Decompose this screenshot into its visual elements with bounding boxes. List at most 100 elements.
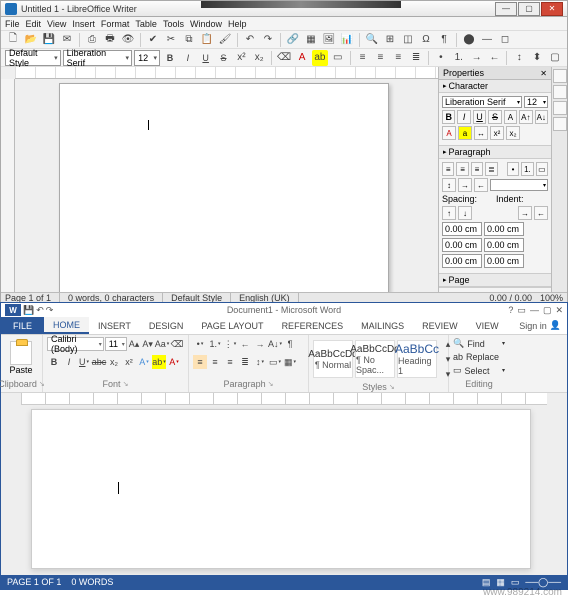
- open-icon[interactable]: 📂: [23, 32, 39, 48]
- side-shrink-icon[interactable]: A↓: [535, 110, 548, 124]
- tab-file[interactable]: FILE: [1, 317, 44, 334]
- wd-underline-icon[interactable]: U: [77, 355, 91, 369]
- align-center-icon[interactable]: ≡: [372, 50, 388, 66]
- lo-status-words[interactable]: 0 words, 0 characters: [68, 293, 163, 303]
- shapes-icon[interactable]: ◻: [497, 32, 513, 48]
- lo-status-lang[interactable]: English (UK): [239, 293, 299, 303]
- decrease-indent-icon[interactable]: ←: [487, 50, 503, 66]
- lo-status-style[interactable]: Default Style: [171, 293, 231, 303]
- spellcheck-icon[interactable]: ✔: [145, 32, 161, 48]
- side-underline-icon[interactable]: U: [473, 110, 486, 124]
- italic-icon[interactable]: I: [180, 50, 196, 66]
- sidebar-tab-navigator-icon[interactable]: [553, 117, 567, 131]
- lo-menu-window[interactable]: Window: [190, 19, 222, 29]
- paste-icon[interactable]: 📋: [199, 32, 215, 48]
- grow-font-icon[interactable]: A▴: [128, 337, 141, 351]
- find-icon[interactable]: 🔍: [364, 32, 380, 48]
- superscript-icon[interactable]: x²: [233, 50, 249, 66]
- email-icon[interactable]: ✉: [59, 32, 75, 48]
- wd-minimize-icon[interactable]: —: [530, 305, 539, 316]
- gallery-icon[interactable]: ◫: [400, 32, 416, 48]
- lo-menu-view[interactable]: View: [47, 19, 66, 29]
- tab-view[interactable]: VIEW: [467, 317, 508, 334]
- sidebar-tab-properties-icon[interactable]: [553, 69, 567, 83]
- side-indent-left[interactable]: 0.00 cm: [484, 222, 524, 236]
- tab-review[interactable]: REVIEW: [413, 317, 467, 334]
- side-inc-space-icon[interactable]: ↑: [442, 206, 456, 220]
- replace-button[interactable]: abReplace: [453, 351, 505, 363]
- lo-side-paragraph-header[interactable]: Paragraph: [439, 146, 551, 159]
- line-spacing-icon[interactable]: ↕: [511, 50, 527, 66]
- wd-view-read-icon[interactable]: ▤: [482, 577, 491, 588]
- wd-italic-icon[interactable]: I: [62, 355, 76, 369]
- side-numbering-icon[interactable]: 1.: [521, 162, 533, 176]
- copy-icon[interactable]: ⧉: [181, 32, 197, 48]
- line-icon[interactable]: ―: [479, 32, 495, 48]
- side-dec-space-icon[interactable]: ↓: [458, 206, 472, 220]
- style-normal[interactable]: AaBbCcDd¶ Normal: [313, 340, 353, 378]
- image-icon[interactable]: 🖼: [321, 32, 337, 48]
- wd-bold-icon[interactable]: B: [47, 355, 61, 369]
- new-icon[interactable]: 🗋: [5, 32, 21, 48]
- select-button[interactable]: ▭Select▾: [453, 364, 505, 377]
- wd-linespacing-icon[interactable]: ↕: [253, 355, 267, 369]
- clear-formatting-icon[interactable]: ⌫: [170, 337, 184, 351]
- word-app-icon[interactable]: W: [5, 304, 21, 316]
- bold-icon[interactable]: B: [162, 50, 178, 66]
- wd-numbering-icon[interactable]: 1.: [208, 337, 222, 351]
- side-fontcolor-icon[interactable]: A: [442, 126, 456, 140]
- wd-zoom-slider[interactable]: ──◯──: [525, 577, 561, 588]
- lo-side-size-combo[interactable]: 12: [524, 96, 548, 108]
- side-bullets-icon[interactable]: •: [507, 162, 519, 176]
- side-linespacing-combo[interactable]: [490, 179, 548, 191]
- hyperlink-icon[interactable]: 🔗: [285, 32, 301, 48]
- lo-menu-format[interactable]: Format: [101, 19, 130, 29]
- font-dialog-icon[interactable]: ↘: [123, 380, 129, 388]
- wd-status-page[interactable]: PAGE 1 OF 1: [7, 577, 61, 587]
- side-italic-icon[interactable]: I: [457, 110, 470, 124]
- lo-vertical-ruler[interactable]: [1, 79, 15, 292]
- format-paintbrush-icon[interactable]: 🖌: [217, 32, 233, 48]
- wd-align-justify-icon[interactable]: ≣: [238, 355, 252, 369]
- borders-icon[interactable]: ▢: [547, 50, 563, 66]
- lo-side-character-header[interactable]: Character: [439, 80, 551, 93]
- wd-bullets-icon[interactable]: •: [193, 337, 207, 351]
- side-align-justify-icon[interactable]: ≣: [485, 162, 497, 176]
- wd-subscript-icon[interactable]: x₂: [107, 355, 121, 369]
- wd-strike-icon[interactable]: abc: [92, 355, 106, 369]
- side-highlight-icon[interactable]: a: [458, 126, 472, 140]
- wd-ribbon-options-icon[interactable]: ▭: [517, 305, 526, 316]
- wd-view-print-icon[interactable]: ▦: [496, 577, 505, 588]
- lo-sidebar-close-icon[interactable]: ✕: [540, 69, 547, 78]
- side-align-right-icon[interactable]: ≡: [471, 162, 483, 176]
- numbering-icon[interactable]: 1.: [451, 50, 467, 66]
- style-heading1[interactable]: AaBbCcHeading 1: [397, 340, 437, 378]
- highlight-icon[interactable]: ab: [312, 50, 328, 66]
- side-bold-icon[interactable]: B: [442, 110, 455, 124]
- tab-home[interactable]: HOME: [44, 317, 89, 334]
- wd-help-icon[interactable]: ?: [508, 305, 513, 316]
- background-icon[interactable]: ▭: [330, 50, 346, 66]
- lo-menu-file[interactable]: File: [5, 19, 20, 29]
- wd-inc-indent-icon[interactable]: →: [253, 337, 267, 351]
- side-inc-indent-icon[interactable]: →: [458, 178, 472, 192]
- paste-button[interactable]: Paste: [5, 341, 37, 375]
- print-icon[interactable]: 🖶: [102, 32, 118, 48]
- lo-menu-table[interactable]: Table: [135, 19, 157, 29]
- strikethrough-icon[interactable]: S: [216, 50, 232, 66]
- wd-align-center-icon[interactable]: ≡: [208, 355, 222, 369]
- increase-indent-icon[interactable]: →: [469, 50, 485, 66]
- wd-horizontal-ruler[interactable]: [21, 393, 547, 405]
- redo-icon[interactable]: ↷: [260, 32, 276, 48]
- underline-icon[interactable]: U: [198, 50, 214, 66]
- wd-superscript-icon[interactable]: x²: [122, 355, 136, 369]
- styles-dialog-icon[interactable]: ↘: [389, 383, 395, 391]
- qat-undo-icon[interactable]: ↶: [36, 305, 44, 316]
- wd-shading-icon[interactable]: ▭: [268, 355, 282, 369]
- print-preview-icon[interactable]: 👁: [120, 32, 136, 48]
- undo-icon[interactable]: ↶: [242, 32, 258, 48]
- side-space-above[interactable]: 0.00 cm: [442, 222, 482, 236]
- cut-icon[interactable]: ✂: [163, 32, 179, 48]
- tab-insert[interactable]: INSERT: [89, 317, 140, 334]
- clear-format-icon[interactable]: ⌫: [276, 50, 292, 66]
